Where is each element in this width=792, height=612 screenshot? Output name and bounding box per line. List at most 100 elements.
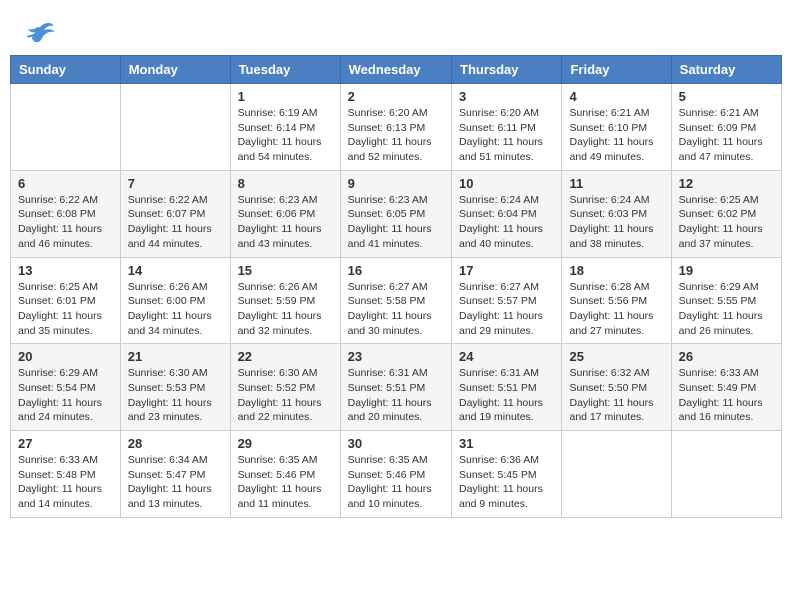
day-number: 8 [238, 176, 333, 191]
calendar-day-header: Wednesday [340, 56, 451, 84]
day-info: Sunrise: 6:24 AM Sunset: 6:03 PM Dayligh… [569, 193, 663, 252]
calendar-cell: 24Sunrise: 6:31 AM Sunset: 5:51 PM Dayli… [452, 344, 562, 431]
calendar-cell [671, 431, 781, 518]
day-number: 21 [128, 349, 223, 364]
calendar-cell: 4Sunrise: 6:21 AM Sunset: 6:10 PM Daylig… [562, 84, 671, 171]
calendar-cell: 20 Sunrise: 6:29 AM Sunset: 5:54 PM Dayli… [11, 344, 121, 431]
day-number: 15 [238, 263, 333, 278]
calendar-week-row: 27 Sunrise: 6:33 AM Sunset: 5:48 PM Dayli… [11, 431, 782, 518]
calendar-cell: 12Sunrise: 6:25 AM Sunset: 6:02 PM Dayli… [671, 170, 781, 257]
day-number: 22 [238, 349, 333, 364]
day-info: Sunrise: 6:21 AM Sunset: 6:09 PM Dayligh… [679, 106, 774, 165]
calendar-cell: 8 Sunrise: 6:23 AM Sunset: 6:06 PM Daylig… [230, 170, 340, 257]
day-number: 29 [238, 436, 333, 451]
day-number: 27 [18, 436, 113, 451]
day-number: 3 [459, 89, 554, 104]
calendar-cell: 11 Sunrise: 6:24 AM Sunset: 6:03 PM Dayli… [562, 170, 671, 257]
day-info: Sunrise: 6:33 AM Sunset: 5:48 PM Dayligh… [18, 453, 113, 512]
day-info: Sunrise: 6:25 AM Sunset: 6:02 PM Dayligh… [679, 193, 774, 252]
day-number: 11 [569, 176, 663, 191]
day-number: 30 [348, 436, 444, 451]
calendar-week-row: 6 Sunrise: 6:22 AM Sunset: 6:08 PM Daylig… [11, 170, 782, 257]
calendar-cell: 27 Sunrise: 6:33 AM Sunset: 5:48 PM Dayli… [11, 431, 121, 518]
day-info: Sunrise: 6:26 AM Sunset: 5:59 PM Dayligh… [238, 280, 333, 339]
day-number: 5 [679, 89, 774, 104]
day-number: 20 [18, 349, 113, 364]
day-info: Sunrise: 6:32 AM Sunset: 5:50 PM Dayligh… [569, 366, 663, 425]
logo-bird-icon [25, 20, 55, 45]
day-number: 13 [18, 263, 113, 278]
day-number: 6 [18, 176, 113, 191]
day-number: 26 [679, 349, 774, 364]
calendar-cell: 7 Sunrise: 6:22 AM Sunset: 6:07 PM Daylig… [120, 170, 230, 257]
day-number: 28 [128, 436, 223, 451]
day-info: Sunrise: 6:35 AM Sunset: 5:46 PM Dayligh… [348, 453, 444, 512]
day-number: 16 [348, 263, 444, 278]
calendar-cell: 26 Sunrise: 6:33 AM Sunset: 5:49 PM Dayli… [671, 344, 781, 431]
calendar-cell: 2 Sunrise: 6:20 AM Sunset: 6:13 PM Daylig… [340, 84, 451, 171]
calendar-cell: 9 Sunrise: 6:23 AM Sunset: 6:05 PM Daylig… [340, 170, 451, 257]
day-info: Sunrise: 6:36 AM Sunset: 5:45 PM Dayligh… [459, 453, 554, 512]
day-info: Sunrise: 6:28 AM Sunset: 5:56 PM Dayligh… [569, 280, 663, 339]
day-number: 9 [348, 176, 444, 191]
calendar-cell: 19Sunrise: 6:29 AM Sunset: 5:55 PM Dayli… [671, 257, 781, 344]
day-info: Sunrise: 6:29 AM Sunset: 5:55 PM Dayligh… [679, 280, 774, 339]
calendar-cell: 25 Sunrise: 6:32 AM Sunset: 5:50 PM Dayli… [562, 344, 671, 431]
calendar-week-row: 20 Sunrise: 6:29 AM Sunset: 5:54 PM Dayli… [11, 344, 782, 431]
day-info: Sunrise: 6:30 AM Sunset: 5:53 PM Dayligh… [128, 366, 223, 425]
calendar-cell [562, 431, 671, 518]
calendar-day-header: Thursday [452, 56, 562, 84]
day-number: 18 [569, 263, 663, 278]
day-info: Sunrise: 6:22 AM Sunset: 6:07 PM Dayligh… [128, 193, 223, 252]
page-header [10, 10, 782, 50]
calendar-day-header: Tuesday [230, 56, 340, 84]
calendar-week-row: 13 Sunrise: 6:25 AM Sunset: 6:01 PM Dayli… [11, 257, 782, 344]
day-info: Sunrise: 6:26 AM Sunset: 6:00 PM Dayligh… [128, 280, 223, 339]
day-number: 25 [569, 349, 663, 364]
day-info: Sunrise: 6:23 AM Sunset: 6:05 PM Dayligh… [348, 193, 444, 252]
day-info: Sunrise: 6:22 AM Sunset: 6:08 PM Dayligh… [18, 193, 113, 252]
logo [25, 20, 58, 45]
day-number: 2 [348, 89, 444, 104]
day-number: 14 [128, 263, 223, 278]
calendar-cell [11, 84, 121, 171]
calendar-cell: 3Sunrise: 6:20 AM Sunset: 6:11 PM Daylig… [452, 84, 562, 171]
day-number: 10 [459, 176, 554, 191]
calendar-cell: 22 Sunrise: 6:30 AM Sunset: 5:52 PM Dayli… [230, 344, 340, 431]
day-number: 23 [348, 349, 444, 364]
day-info: Sunrise: 6:29 AM Sunset: 5:54 PM Dayligh… [18, 366, 113, 425]
day-info: Sunrise: 6:27 AM Sunset: 5:58 PM Dayligh… [348, 280, 444, 339]
calendar-cell: 5 Sunrise: 6:21 AM Sunset: 6:09 PM Daylig… [671, 84, 781, 171]
calendar-cell: 15 Sunrise: 6:26 AM Sunset: 5:59 PM Dayli… [230, 257, 340, 344]
day-info: Sunrise: 6:34 AM Sunset: 5:47 PM Dayligh… [128, 453, 223, 512]
calendar-cell: 29Sunrise: 6:35 AM Sunset: 5:46 PM Dayli… [230, 431, 340, 518]
day-number: 1 [238, 89, 333, 104]
calendar-cell: 6 Sunrise: 6:22 AM Sunset: 6:08 PM Daylig… [11, 170, 121, 257]
day-info: Sunrise: 6:19 AM Sunset: 6:14 PM Dayligh… [238, 106, 333, 165]
calendar-day-header: Saturday [671, 56, 781, 84]
day-info: Sunrise: 6:21 AM Sunset: 6:10 PM Dayligh… [569, 106, 663, 165]
day-info: Sunrise: 6:20 AM Sunset: 6:13 PM Dayligh… [348, 106, 444, 165]
calendar-cell: 13 Sunrise: 6:25 AM Sunset: 6:01 PM Dayli… [11, 257, 121, 344]
day-number: 17 [459, 263, 554, 278]
calendar-cell: 23Sunrise: 6:31 AM Sunset: 5:51 PM Dayli… [340, 344, 451, 431]
day-info: Sunrise: 6:25 AM Sunset: 6:01 PM Dayligh… [18, 280, 113, 339]
day-info: Sunrise: 6:31 AM Sunset: 5:51 PM Dayligh… [459, 366, 554, 425]
calendar-cell: 31 Sunrise: 6:36 AM Sunset: 5:45 PM Dayli… [452, 431, 562, 518]
calendar-day-header: Sunday [11, 56, 121, 84]
day-number: 31 [459, 436, 554, 451]
day-number: 7 [128, 176, 223, 191]
calendar-table: SundayMondayTuesdayWednesdayThursdayFrid… [10, 55, 782, 518]
day-info: Sunrise: 6:30 AM Sunset: 5:52 PM Dayligh… [238, 366, 333, 425]
day-info: Sunrise: 6:33 AM Sunset: 5:49 PM Dayligh… [679, 366, 774, 425]
calendar-cell: 21 Sunrise: 6:30 AM Sunset: 5:53 PM Dayli… [120, 344, 230, 431]
calendar-header-row: SundayMondayTuesdayWednesdayThursdayFrid… [11, 56, 782, 84]
calendar-cell: 1 Sunrise: 6:19 AM Sunset: 6:14 PM Daylig… [230, 84, 340, 171]
calendar-cell: 28 Sunrise: 6:34 AM Sunset: 5:47 PM Dayli… [120, 431, 230, 518]
day-info: Sunrise: 6:23 AM Sunset: 6:06 PM Dayligh… [238, 193, 333, 252]
calendar-cell: 10Sunrise: 6:24 AM Sunset: 6:04 PM Dayli… [452, 170, 562, 257]
calendar-week-row: 1 Sunrise: 6:19 AM Sunset: 6:14 PM Daylig… [11, 84, 782, 171]
calendar-cell: 17Sunrise: 6:27 AM Sunset: 5:57 PM Dayli… [452, 257, 562, 344]
calendar-cell: 30 Sunrise: 6:35 AM Sunset: 5:46 PM Dayli… [340, 431, 451, 518]
calendar-cell: 14 Sunrise: 6:26 AM Sunset: 6:00 PM Dayli… [120, 257, 230, 344]
